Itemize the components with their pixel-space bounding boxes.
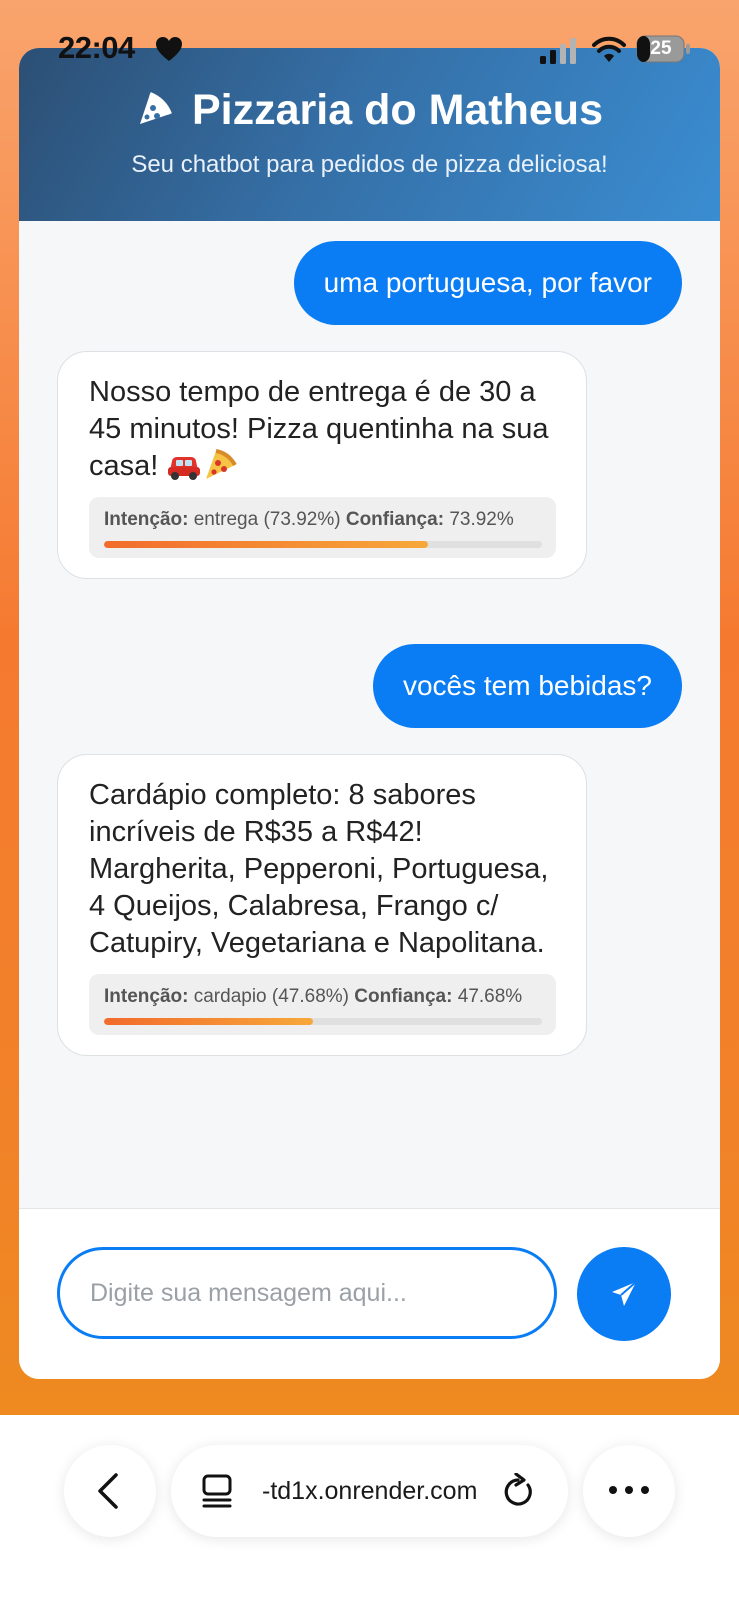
browser-toolbar: -td1x.onrender.com [0,1415,739,1600]
status-bar: 22:04 25 [0,26,739,72]
more-icon [609,1486,649,1494]
pizza-slice-icon [140,92,172,124]
car-emoji [168,457,201,480]
back-icon [98,1473,118,1509]
send-button[interactable] [577,1247,671,1341]
url-text[interactable]: -td1x.onrender.com [262,1445,477,1537]
heart-icon [156,37,182,61]
confidence-bar-fill [104,1018,313,1025]
app-subtitle: Seu chatbot para pedidos de pizza delici… [131,151,608,178]
intent-box: Intenção: cardapio (47.68%) Confiança: 4… [89,974,556,1035]
wifi-icon [592,36,626,62]
chat-app-card: Pizzaria do Matheus Seu chatbot para ped… [19,48,720,1379]
more-button[interactable] [583,1445,675,1537]
intent-label: Intenção: [104,509,189,530]
send-icon [612,1281,637,1306]
bot-message: Cardápio completo: 8 sabores incríveis d… [57,754,587,1056]
pizza-emoji [206,449,238,479]
back-button[interactable] [64,1445,156,1537]
app-title: Pizzaria do Matheus [192,86,603,134]
app-header: Pizzaria do Matheus Seu chatbot para ped… [19,48,720,221]
intent-value: entrega (73.92%) [193,509,341,530]
intent-value: cardapio (47.68%) [193,986,349,1007]
confidence-label: Confiança: [354,986,453,1007]
tabs-icon[interactable] [201,1473,233,1509]
brand-row: Pizzaria do Matheus [19,86,720,135]
bot-message-body: Nosso tempo de entrega é de 30 a 45 minu… [89,376,549,482]
user-message: uma portuguesa, por favor [293,241,682,325]
intent-label: Intenção: [104,986,189,1007]
bot-message: Nosso tempo de entrega é de 30 a 45 minu… [57,351,587,579]
confidence-bar [104,541,542,548]
signal-icon [540,38,576,64]
confidence-bar-fill [104,541,428,548]
intent-box: Intenção: entrega (73.92%) Confiança: 73… [89,497,556,558]
bot-message-text: Cardápio completo: 8 sabores incríveis d… [89,779,549,959]
confidence-label: Confiança: [345,509,445,530]
address-bar[interactable]: -td1x.onrender.com [171,1445,568,1537]
bot-message-text: Nosso tempo de entrega é de 30 a 45 minu… [89,374,556,485]
confidence-bar [104,1018,542,1025]
user-message: vocês tem bebidas? [372,644,682,728]
message-input[interactable] [57,1247,557,1339]
reload-icon[interactable] [501,1473,535,1509]
confidence-value: 73.92% [449,509,514,530]
battery-level: 25 [650,38,672,59]
confidence-value: 47.68% [457,986,523,1007]
composer [19,1208,720,1379]
status-time: 22:04 [58,30,135,65]
